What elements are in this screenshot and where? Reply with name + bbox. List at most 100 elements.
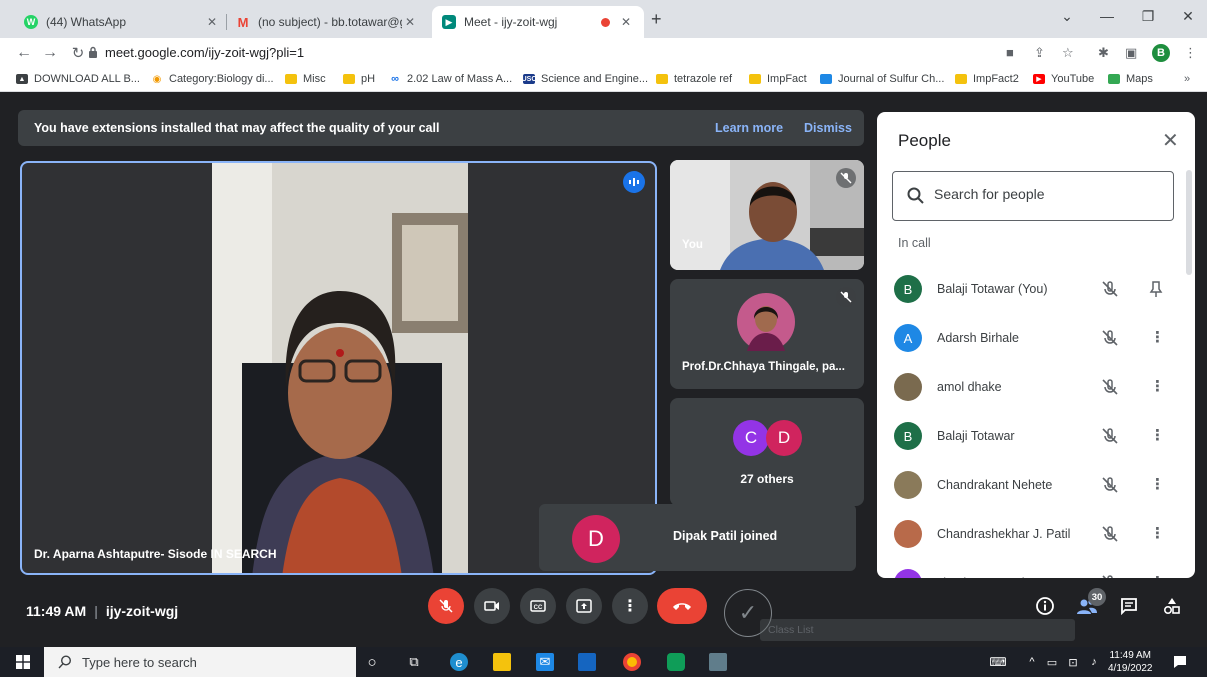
reload-icon[interactable]: ↻	[68, 44, 88, 62]
mic-off-icon[interactable]	[1100, 426, 1120, 446]
network-icon[interactable]: ⊡	[1064, 653, 1082, 671]
bookmark-item[interactable]: ▲ DOWNLOAD ALL B...	[16, 73, 140, 85]
camera-icon[interactable]: ■	[1006, 45, 1014, 60]
bookmark-star-icon[interactable]: ☆	[1062, 45, 1074, 61]
more-icon[interactable]: ⋮	[1150, 377, 1165, 395]
bookmark-item[interactable]: pH	[343, 73, 375, 85]
bookmark-item[interactable]: ▶ YouTube	[1033, 73, 1094, 85]
bookmark-item[interactable]: ∞ 2.02 Law of Mass A...	[389, 73, 512, 85]
tab-whatsapp[interactable]: W (44) WhatsApp ✕	[14, 6, 230, 38]
app-icon[interactable]	[667, 653, 685, 671]
more-icon[interactable]: ⋮	[1150, 573, 1165, 578]
edge-icon[interactable]: e	[450, 653, 468, 671]
battery-icon[interactable]: ▭	[1043, 653, 1061, 671]
others-tile[interactable]: C D 27 others	[670, 398, 864, 506]
notification-icon[interactable]	[1172, 654, 1188, 670]
taskbar-clock[interactable]: 11:49 AM 4/19/2022	[1108, 649, 1153, 675]
end-call-button[interactable]	[657, 588, 707, 624]
participant-list-item[interactable]: Chandrashekhar J. Patil ⋮	[892, 515, 1172, 555]
close-icon[interactable]: ✕	[618, 15, 634, 29]
minimize-icon[interactable]: —	[1092, 8, 1122, 24]
keyboard-icon[interactable]: ⌨	[989, 653, 1007, 671]
restore-icon[interactable]: ❐	[1133, 8, 1163, 25]
bookmark-item[interactable]: Journal of Sulfur Ch...	[820, 73, 944, 85]
chat-button[interactable]	[1117, 594, 1141, 618]
bookmark-item[interactable]: ImpFact	[749, 73, 807, 85]
camera-toggle-button[interactable]	[474, 588, 510, 624]
profile-avatar[interactable]: B	[1152, 44, 1170, 62]
url-text[interactable]: meet.google.com/ijy-zoit-wgj?pli=1	[105, 45, 304, 60]
participant-list-item[interactable]: Cchavhan ganesh ⋮	[892, 564, 1172, 578]
cortana-icon[interactable]: ○	[363, 653, 381, 671]
windows-start-icon[interactable]	[16, 655, 30, 669]
more-icon[interactable]: ⋮	[1150, 475, 1165, 493]
captions-button[interactable]: CC	[520, 588, 556, 624]
scrollbar[interactable]	[1186, 170, 1192, 275]
dismiss-button[interactable]: Dismiss	[804, 121, 852, 135]
bookmark-item[interactable]: ◉ Category:Biology di...	[151, 73, 274, 85]
activities-button[interactable]	[1160, 594, 1184, 618]
participant-list-item[interactable]: B Balaji Totawar (You)	[892, 270, 1172, 310]
lock-icon[interactable]	[88, 46, 98, 58]
participant-list-item[interactable]: Chandrakant Nehete ⋮	[892, 466, 1172, 506]
participant-avatar	[737, 293, 795, 351]
task-view-icon[interactable]: ⧉	[405, 653, 423, 671]
tab-search-icon[interactable]: ⌄	[1052, 8, 1082, 25]
bookmark-item[interactable]: Maps	[1108, 73, 1153, 85]
more-icon[interactable]: ⋮	[1150, 426, 1165, 444]
volume-icon[interactable]: ♪	[1085, 653, 1103, 671]
bookmark-item[interactable]: ImpFact2	[955, 73, 1019, 85]
self-video-tile[interactable]: You	[670, 160, 864, 270]
close-icon[interactable]: ✕	[402, 15, 418, 29]
mic-off-icon[interactable]	[1100, 328, 1120, 348]
mic-off-icon[interactable]	[1100, 573, 1120, 578]
tab-gmail[interactable]: M (no subject) - bb.totawar@gmail ✕	[226, 6, 428, 38]
participant-list-item[interactable]: B Balaji Totawar ⋮	[892, 417, 1172, 457]
window-close-icon[interactable]: ✕	[1173, 8, 1203, 25]
bookmark-item[interactable]: tetrazole ref	[656, 73, 732, 85]
class-list-label[interactable]: Class List	[768, 624, 814, 636]
taskbar-search-box[interactable]: Type here to search	[44, 647, 356, 677]
chevron-up-icon[interactable]: ^	[1023, 653, 1041, 671]
participant-list-item[interactable]: A Adarsh Birhale ⋮	[892, 319, 1172, 359]
speaking-indicator-icon	[623, 171, 645, 193]
mic-off-icon[interactable]	[1100, 524, 1120, 544]
file-explorer-icon[interactable]	[493, 653, 511, 671]
extensions-icon[interactable]: ✱	[1098, 45, 1109, 61]
mic-toggle-button[interactable]	[428, 588, 464, 624]
side-panel-icon[interactable]: ▣	[1125, 45, 1137, 61]
search-input[interactable]	[934, 186, 1154, 202]
share-icon[interactable]: ⇪	[1034, 45, 1045, 61]
more-icon[interactable]: ⋮	[1150, 328, 1165, 346]
forward-icon[interactable]: →	[40, 44, 60, 62]
present-button[interactable]	[566, 588, 602, 624]
meeting-details-button[interactable]	[1033, 594, 1057, 618]
bookmark-item[interactable]: Misc	[285, 73, 326, 85]
new-tab-button[interactable]: +	[651, 9, 662, 30]
back-icon[interactable]: ←	[14, 44, 34, 62]
close-icon[interactable]: ✕	[204, 15, 220, 29]
extension-toolbar[interactable]: Class List	[760, 619, 1075, 641]
store-icon[interactable]	[578, 653, 596, 671]
pin-icon[interactable]	[1146, 279, 1166, 299]
mic-off-icon[interactable]	[1100, 279, 1120, 299]
more-options-button[interactable]: ⋮	[612, 588, 648, 624]
gmail-icon: M	[237, 14, 249, 30]
bookmark-label: 2.02 Law of Mass A...	[407, 73, 513, 85]
menu-icon[interactable]: ⋮	[1184, 45, 1197, 61]
tab-meet[interactable]: ▶ Meet - ijy-zoit-wgj ✕	[432, 6, 644, 38]
mic-off-icon[interactable]	[1100, 377, 1120, 397]
bookmarks-overflow-icon[interactable]: »	[1184, 73, 1190, 85]
participant-list-item[interactable]: amol dhake ⋮	[892, 368, 1172, 408]
learn-more-link[interactable]: Learn more	[715, 121, 783, 135]
chrome-icon[interactable]	[623, 653, 641, 671]
bookmark-item[interactable]: USC Science and Engine...	[522, 73, 648, 85]
people-search-box[interactable]	[892, 171, 1174, 221]
mic-off-icon[interactable]	[1100, 475, 1120, 495]
participant-tile[interactable]: Prof.Dr.Chhaya Thingale, pa...	[670, 279, 864, 389]
avatar: C	[894, 569, 922, 578]
more-icon[interactable]: ⋮	[1150, 524, 1165, 542]
mail-icon[interactable]: ✉	[536, 653, 554, 671]
close-icon[interactable]: ✕	[1162, 128, 1179, 153]
calculator-icon[interactable]	[709, 653, 727, 671]
